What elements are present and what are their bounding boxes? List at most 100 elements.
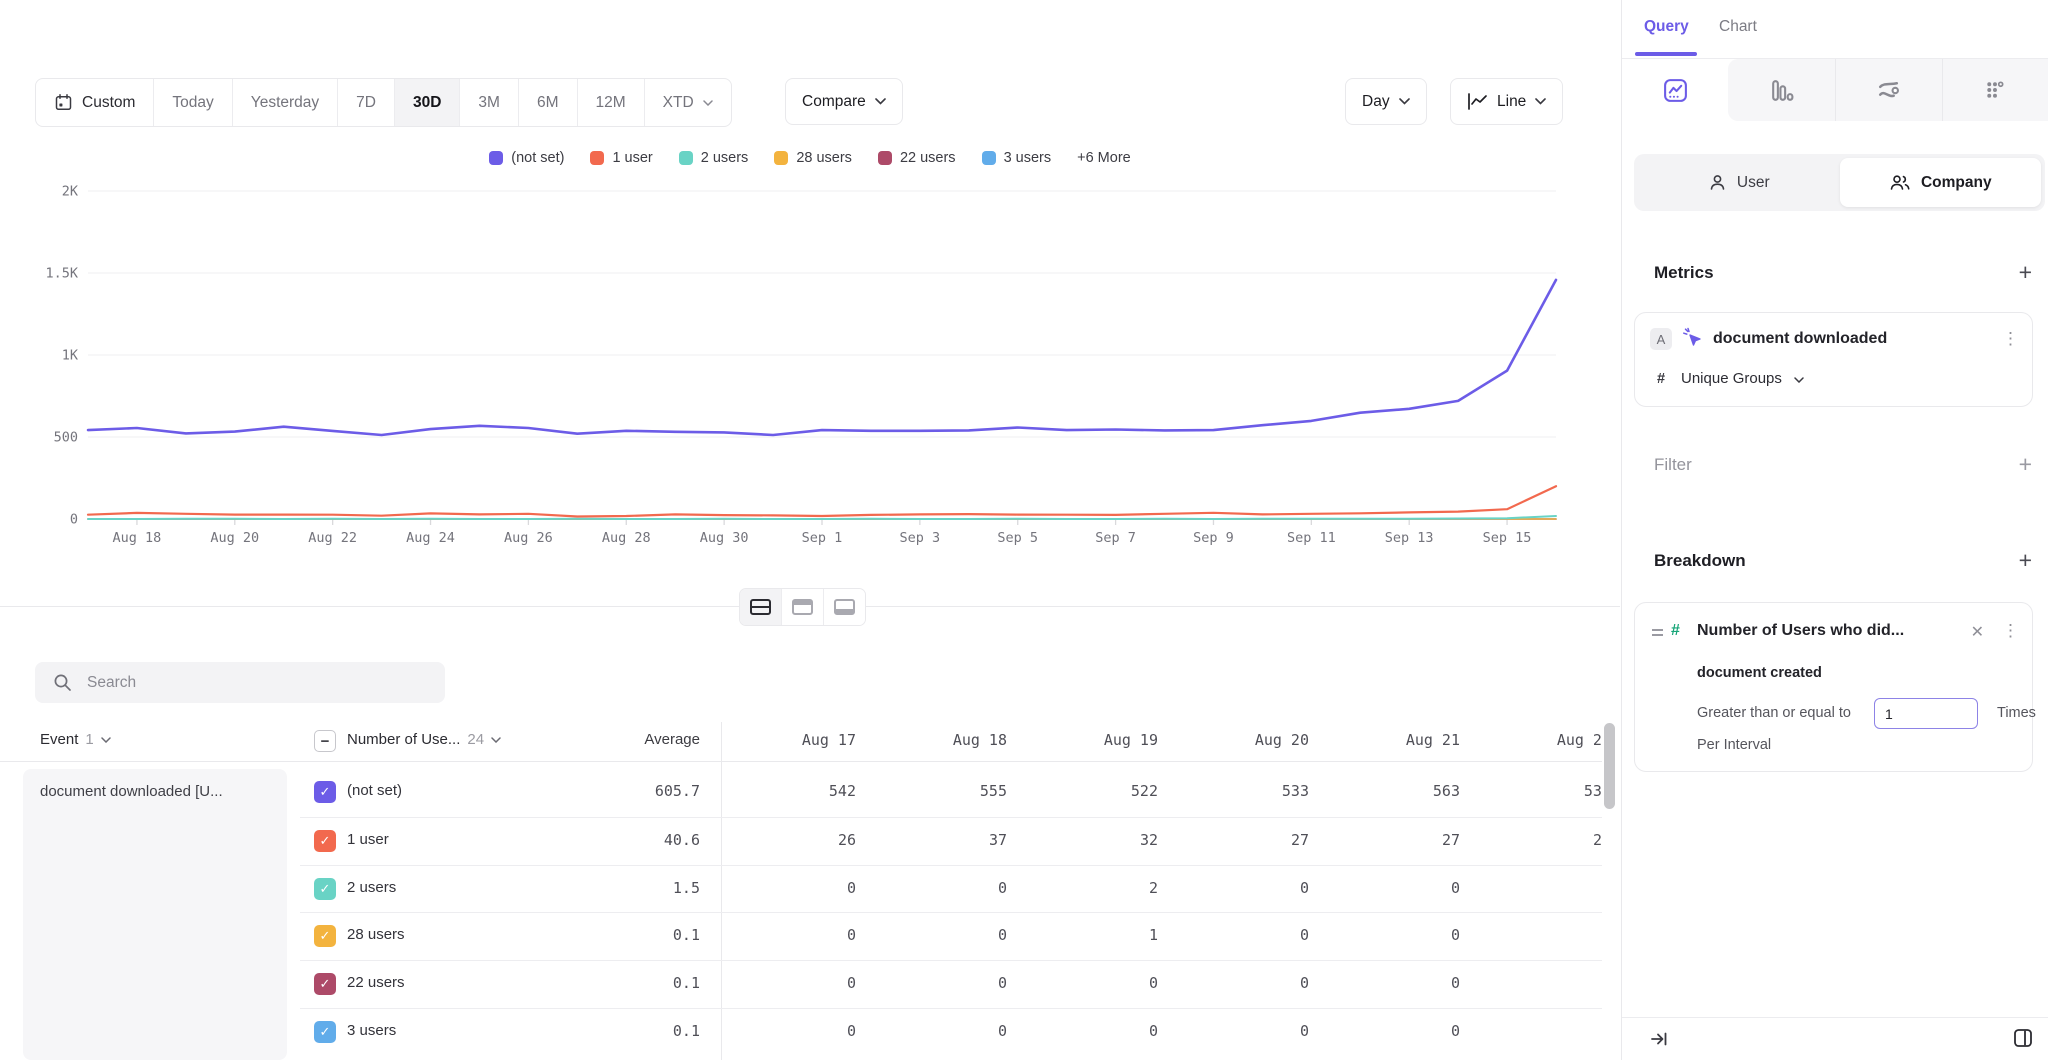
date-column-header[interactable]: Aug 18 — [867, 731, 1007, 749]
date-column-header[interactable]: Aug 22 — [1471, 731, 1602, 749]
legend-item[interactable]: 28 users — [774, 150, 852, 166]
cell-value: 2 — [1018, 879, 1158, 897]
range-7d[interactable]: 7D — [337, 79, 394, 126]
cell-value: 0 — [1471, 926, 1602, 944]
date-column-header[interactable]: Aug 20 — [1169, 731, 1309, 749]
metric-kebab-menu[interactable]: ⋮ — [2002, 330, 2019, 347]
range-label: Yesterday — [251, 94, 319, 112]
legend-item[interactable]: 2 users — [679, 150, 749, 166]
scope-company-label: Company — [1921, 174, 1992, 192]
add-filter-button[interactable]: + — [2019, 453, 2032, 476]
calendar-icon — [54, 93, 73, 112]
cell-value: 0 — [716, 926, 856, 944]
legend-label: 1 user — [612, 150, 652, 166]
date-column-header[interactable]: Aug 21 — [1320, 731, 1460, 749]
range-label: 7D — [356, 94, 376, 112]
range-yesterday[interactable]: Yesterday — [232, 79, 337, 126]
metric-event-name[interactable]: document downloaded — [1713, 330, 1887, 348]
table-scrollbar[interactable] — [1604, 723, 1615, 809]
date-column-header[interactable]: Aug 17 — [716, 731, 856, 749]
group-column-header[interactable]: Number of Use... 24 — [347, 731, 501, 748]
row-checkbox[interactable]: ✓ — [314, 1021, 336, 1043]
svg-text:1K: 1K — [62, 348, 79, 364]
row-checkbox[interactable]: ✓ — [314, 973, 336, 995]
cell-value: 0 — [716, 879, 856, 897]
range-3m[interactable]: 3M — [459, 79, 518, 126]
chart-only-icon — [792, 599, 813, 615]
collapse-panel-icon[interactable] — [1649, 1029, 1669, 1049]
chart-type-line-button[interactable] — [1622, 59, 1728, 121]
legend-item[interactable]: 3 users — [982, 150, 1052, 166]
range-6m[interactable]: 6M — [518, 79, 577, 126]
legend-swatch — [878, 151, 892, 165]
tab-query[interactable]: Query — [1644, 18, 1689, 36]
add-breakdown-button[interactable]: + — [2019, 549, 2032, 572]
average-value: 1.5 — [560, 879, 700, 897]
layout-split-button[interactable] — [740, 589, 781, 625]
row-checkbox[interactable]: ✓ — [314, 830, 336, 852]
row-checkbox[interactable]: ✓ — [314, 878, 336, 900]
close-icon[interactable]: ✕ — [1971, 622, 1984, 642]
range-12m[interactable]: 12M — [577, 79, 644, 126]
layout-table-only-button[interactable] — [823, 589, 865, 625]
svg-text:Aug 26: Aug 26 — [504, 530, 553, 546]
condition-value-input[interactable]: 1 — [1874, 698, 1978, 729]
table-row[interactable]: ✓2 users1.5002000 — [300, 865, 1602, 913]
split-view-icon — [750, 599, 771, 615]
cell-value: 37 — [867, 831, 1007, 849]
chart-type-bar-button[interactable] — [1728, 59, 1834, 121]
breakdown-card[interactable]: # Number of Users who did... ✕ ⋮ documen… — [1634, 602, 2033, 772]
cell-value: 522 — [1018, 782, 1158, 800]
table-header: Event 1 − Number of Use... 24 Average Au… — [0, 722, 1602, 762]
legend-more[interactable]: +6 More — [1077, 150, 1131, 166]
scope-user-option[interactable]: User — [1638, 158, 1840, 207]
legend-item[interactable]: 1 user — [590, 150, 652, 166]
row-checkbox[interactable]: ✓ — [314, 925, 336, 947]
table-row[interactable]: ✓3 users0.1000000 — [300, 1008, 1602, 1056]
range-label: 30D — [413, 94, 441, 112]
row-label: 3 users — [347, 1022, 396, 1039]
legend-label: (not set) — [511, 150, 564, 166]
legend-swatch — [982, 151, 996, 165]
table-row[interactable]: ✓28 users0.1001000 — [300, 912, 1602, 960]
svg-text:Aug 24: Aug 24 — [406, 530, 455, 546]
legend-item[interactable]: (not set) — [489, 150, 564, 166]
select-all-checkbox[interactable]: − — [314, 730, 336, 752]
side-panel-icon[interactable] — [2012, 1027, 2034, 1049]
chart-type-scatter-button[interactable] — [1942, 59, 2048, 121]
number-property-icon: # — [1671, 622, 1680, 640]
drag-handle-icon[interactable] — [1652, 629, 1663, 639]
event-column-header[interactable]: Event 1 — [40, 731, 111, 748]
add-metric-button[interactable]: + — [2019, 261, 2032, 284]
row-checkbox[interactable]: ✓ — [314, 781, 336, 803]
search-input[interactable]: Search — [35, 662, 445, 703]
chart-type-button[interactable]: Line — [1450, 78, 1563, 125]
layout-chart-only-button[interactable] — [781, 589, 823, 625]
date-column-header[interactable]: Aug 19 — [1018, 731, 1158, 749]
breakdown-kebab-menu[interactable]: ⋮ — [2002, 622, 2019, 639]
granularity-button[interactable]: Day — [1345, 78, 1427, 125]
range-today[interactable]: Today — [153, 79, 231, 126]
range-custom[interactable]: Custom — [36, 79, 153, 126]
table-row[interactable]: ✓1 user40.6263732272726 — [300, 817, 1602, 865]
range-xtd[interactable]: XTD — [644, 79, 731, 126]
measure-dropdown[interactable]: Unique Groups — [1681, 370, 1804, 387]
bar-chart-icon — [1768, 77, 1795, 104]
chart-type-flow-button[interactable] — [1835, 59, 1942, 121]
line-chart[interactable]: 05001K1.5K2KAug 18Aug 20Aug 22Aug 24Aug … — [0, 183, 1620, 558]
svg-text:Aug 18: Aug 18 — [113, 530, 162, 546]
range-30d[interactable]: 30D — [394, 79, 459, 126]
cell-value: 563 — [1320, 782, 1460, 800]
legend-item[interactable]: 22 users — [878, 150, 956, 166]
table-row[interactable]: ✓(not set)605.7542555522533563537 — [300, 769, 1602, 817]
event-list-item[interactable]: document downloaded [U... — [23, 769, 287, 1060]
tab-chart[interactable]: Chart — [1719, 18, 1757, 36]
range-label: Custom — [82, 94, 135, 112]
svg-text:500: 500 — [54, 430, 78, 446]
metric-card[interactable]: A document downloaded ⋮ # Unique Groups — [1634, 312, 2033, 407]
svg-text:Sep 3: Sep 3 — [900, 530, 941, 546]
scope-company-option[interactable]: Company — [1840, 158, 2042, 207]
table-row[interactable]: ✓22 users0.1000000 — [300, 960, 1602, 1008]
average-column-header[interactable]: Average — [560, 731, 700, 748]
compare-button[interactable]: Compare — [785, 78, 903, 125]
